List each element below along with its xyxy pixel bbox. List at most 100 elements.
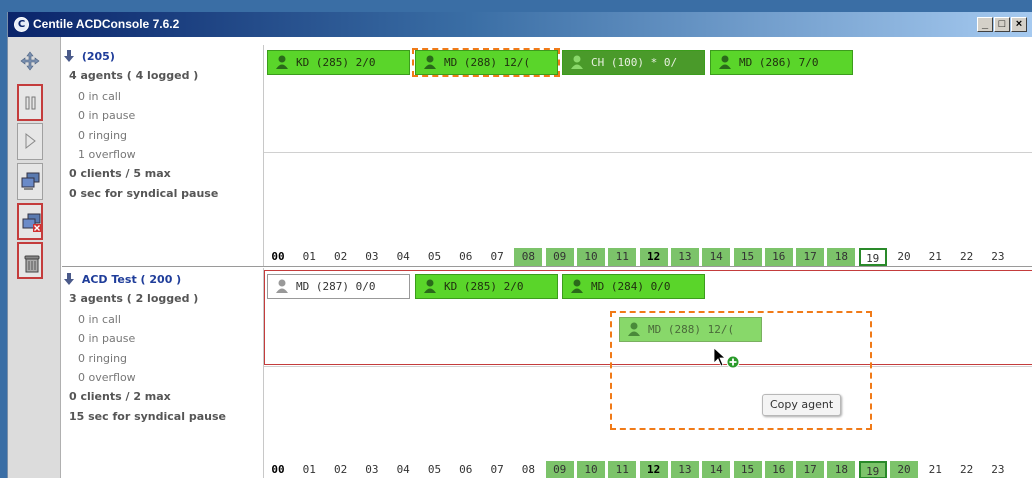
agent-person-icon — [571, 55, 583, 69]
play-tool[interactable] — [17, 123, 43, 160]
agent-person-icon — [276, 279, 288, 293]
app-logo-icon: C — [14, 17, 29, 32]
agent-card[interactable]: MD (284) 0/0 — [562, 274, 705, 299]
app-window: C Centile ACDConsole 7.6.2 _ □ × (205) 4… — [7, 12, 1032, 478]
agent-label: KD (285) 2/0 — [444, 280, 524, 293]
cursor-copy-icon — [713, 347, 740, 369]
hour-cell-03: 03 — [365, 463, 379, 476]
hour-cell-17: 17 — [796, 248, 825, 266]
arrow-down-icon — [64, 273, 74, 285]
agents-area: KD (285) 2/0 MD (288) 12/( CH (100) * 0/… — [264, 45, 1032, 153]
clients-stat: 0 clients / 2 max — [69, 390, 171, 403]
ringing-stat: 0 ringing — [78, 352, 128, 365]
trash-icon — [24, 255, 40, 273]
title-bar: C Centile ACDConsole 7.6.2 _ □ × — [8, 12, 1032, 37]
computer-remove-icon — [22, 213, 41, 232]
syndical-pause-stat: 15 sec for syndical pause — [69, 410, 226, 423]
hour-cell-02: 02 — [333, 250, 348, 263]
agent-label: KD (285) 2/0 — [296, 56, 376, 69]
hour-cell-12: 12 — [639, 248, 668, 266]
overflow-stat: 0 overflow — [78, 371, 136, 384]
hour-cell-08: 08 — [521, 463, 536, 476]
computer-remove-tool[interactable] — [17, 203, 43, 240]
in-pause-stat: 0 in pause — [78, 109, 136, 122]
arrow-down-icon — [64, 50, 74, 62]
hour-cell-09: 09 — [545, 461, 574, 478]
in-call-stat: 0 in call — [78, 90, 121, 103]
clients-stat: 0 clients / 5 max — [69, 167, 171, 180]
pause-tool[interactable] — [17, 84, 43, 121]
agent-label: MD (288) 12/( — [648, 323, 735, 336]
in-pause-stat: 0 in pause — [78, 332, 136, 345]
hour-cell-11: 11 — [608, 461, 637, 478]
queue-header[interactable]: (205) — [64, 50, 115, 63]
computer-tool[interactable] — [17, 163, 43, 200]
play-icon — [25, 132, 36, 150]
hour-cell-16: 16 — [764, 461, 793, 478]
restore-button[interactable]: □ — [994, 17, 1010, 32]
hour-cell-16: 16 — [764, 248, 793, 266]
hour-cell-05: 05 — [427, 463, 442, 476]
agent-card[interactable]: CH (100) * 0/ — [562, 50, 705, 75]
overflow-stat: 1 overflow — [78, 148, 136, 161]
queue-panel-205: (205) 4 agents ( 4 logged ) 0 in call 0 … — [62, 45, 1032, 267]
hour-cell-13: 13 — [670, 248, 699, 266]
left-toolbar — [8, 37, 61, 478]
trash-tool[interactable] — [17, 242, 43, 279]
hour-cell-00: 00 — [271, 250, 285, 263]
hour-cell-12: 12 — [639, 461, 668, 478]
hour-cell-13: 13 — [670, 461, 699, 478]
in-call-stat: 0 in call — [78, 313, 121, 326]
move-tool[interactable] — [17, 43, 43, 80]
close-button[interactable]: × — [1011, 17, 1027, 32]
dragged-agent-card[interactable]: MD (288) 12/( — [619, 317, 762, 342]
hour-cell-04: 04 — [396, 250, 410, 263]
hour-cell-08: 08 — [514, 248, 543, 266]
hour-cell-18: 18 — [827, 248, 856, 266]
hour-cell-02: 02 — [333, 463, 348, 476]
queue-title: ACD Test ( 200 ) — [81, 273, 182, 286]
agent-person-icon — [719, 55, 731, 69]
agent-person-icon — [628, 322, 640, 336]
queue-header[interactable]: ACD Test ( 200 ) — [64, 273, 181, 286]
hour-cell-14: 14 — [702, 461, 731, 478]
agent-card[interactable]: KD (285) 2/0 — [415, 274, 558, 299]
agents-summary: 3 agents ( 2 logged ) — [69, 292, 199, 305]
selection-outline — [412, 48, 560, 77]
queue-title: (205) — [81, 50, 115, 63]
agent-label: CH (100) * 0/ — [591, 56, 678, 69]
agent-person-icon — [571, 279, 583, 293]
minimize-button[interactable]: _ — [977, 17, 993, 32]
hour-cell-07: 07 — [490, 463, 504, 476]
hour-cell-22: 22 — [959, 463, 974, 476]
move-arrows-icon — [20, 51, 40, 71]
hour-cell-15: 15 — [733, 461, 762, 478]
hour-cell-21: 21 — [928, 250, 942, 263]
agent-card[interactable]: MD (287) 0/0 — [267, 274, 410, 299]
computer-icon — [21, 172, 40, 190]
hour-cell-19: 19 — [858, 461, 887, 478]
copy-agent-tooltip[interactable]: Copy agent — [762, 394, 842, 416]
hour-cell-01: 01 — [302, 463, 316, 476]
hour-cell-22: 22 — [959, 250, 974, 263]
agent-card[interactable]: MD (286) 7/0 — [710, 50, 853, 75]
hour-cell-00: 00 — [271, 463, 285, 476]
hour-cell-10: 10 — [577, 248, 605, 266]
agent-label: MD (284) 0/0 — [591, 280, 671, 293]
hour-cell-01: 01 — [302, 250, 316, 263]
hour-timeline: 00 01 02 03 04 05 06 07 08 09 10 11 12 13 14 15 16 17 18 19… — [264, 248, 1032, 266]
window-title: Centile ACDConsole 7.6.2 — [33, 17, 180, 31]
hour-cell-20: 20 — [897, 250, 911, 263]
agent-card[interactable]: KD (285) 2/0 — [267, 50, 410, 75]
hour-cell-15: 15 — [733, 248, 762, 266]
hour-timeline: 00 01 02 03 04 05 06 07 08 09 10 11 12 13 14 15 16 17 18 19… — [264, 461, 1032, 478]
pause-icon — [25, 96, 36, 110]
hour-cell-21: 21 — [928, 463, 942, 476]
agent-person-icon — [276, 55, 288, 69]
queue-info: (205) 4 agents ( 4 logged ) 0 in call 0 … — [62, 45, 264, 266]
hour-cell-03: 03 — [365, 250, 379, 263]
hour-cell-17: 17 — [796, 461, 825, 478]
agents-summary: 4 agents ( 4 logged ) — [69, 69, 199, 82]
hour-cell-06: 06 — [459, 463, 473, 476]
hour-cell-11: 11 — [608, 248, 637, 266]
